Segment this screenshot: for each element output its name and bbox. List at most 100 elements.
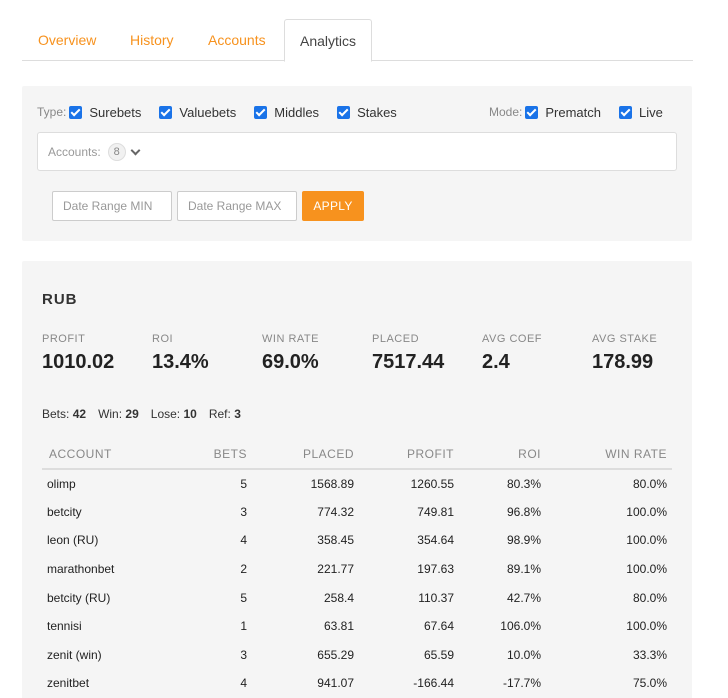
mode-prematch-checkbox[interactable]: Prematch (525, 105, 601, 120)
metric-label: AVG COEF (482, 333, 543, 345)
metric-win-rate: WIN RATE 69.0% (262, 333, 319, 374)
table-body: olimp 5 1568.89 1260.55 80.3% 80.0% betcity 3 77… (42, 469, 672, 698)
cell-roi: 96.8% (506, 504, 541, 519)
summary-lose: Lose: 10 (151, 407, 197, 421)
tab-accounts[interactable]: Accounts (208, 19, 266, 61)
checkbox-checked-icon[interactable] (254, 105, 268, 119)
column-header-profit[interactable]: PROFIT (359, 439, 459, 470)
checkbox-label: Middles (274, 104, 320, 120)
accounts-count-badge: 8 (107, 142, 126, 161)
table-row: zenitbet 4 941.07 -166.44 -17.7% 75.0% (42, 669, 672, 698)
cell-placed: 358.45 (317, 533, 354, 548)
cell-profit: 1260.55 (410, 476, 454, 491)
cell-bets: 5 (240, 476, 247, 491)
metric-value: 2.4 (482, 351, 510, 373)
table-row: leon (RU) 4 358.45 354.64 98.9% 100.0% (42, 526, 672, 555)
column-header-placed[interactable]: PLACED (252, 439, 359, 470)
cell-account: zenit (win) (47, 647, 102, 662)
checkbox-checked-icon[interactable] (619, 105, 632, 119)
type-surebets-checkbox[interactable]: Surebets (69, 105, 141, 120)
cell-bets: 2 (240, 562, 247, 577)
summary-value: 29 (125, 407, 139, 421)
date-range-min-input[interactable] (52, 191, 172, 221)
filter-panel: Type: Surebets Valuebets Middles Stakes … (22, 86, 692, 241)
checkbox-label: Valuebets (179, 104, 237, 120)
accounts-table: ACCOUNT BETS PLACED PROFIT ROI WIN RATE … (42, 439, 672, 698)
chevron-down-icon[interactable] (130, 145, 141, 155)
cell-placed: 221.77 (317, 562, 354, 577)
checkbox-label: Stakes (357, 104, 397, 120)
bets-summary: Bets: 42 Win: 29 Lose: 10 Ref: 3 (42, 407, 253, 421)
type-label: Type: (37, 105, 67, 119)
metric-value: 69.0% (262, 351, 319, 373)
cell-win-rate: 100.0% (626, 533, 667, 548)
metric-placed: PLACED 7517.44 (372, 333, 444, 374)
column-header-roi[interactable]: ROI (459, 439, 546, 470)
checkbox-label: Surebets (89, 104, 142, 120)
metric-value: 1010.02 (42, 351, 115, 373)
column-header-account[interactable]: ACCOUNT (42, 439, 172, 470)
summary-label: Ref: (208, 407, 231, 421)
type-valuebets-checkbox[interactable]: Valuebets (159, 105, 236, 120)
tab-analytics[interactable]: Analytics (284, 19, 373, 62)
type-filter-group: Type: Surebets Valuebets Middles Stakes (37, 103, 415, 121)
cell-account: betcity (RU) (47, 590, 111, 605)
column-header-win-rate[interactable]: WIN RATE (546, 439, 672, 470)
summary-value: 42 (72, 407, 87, 421)
metric-value: 7517.44 (372, 351, 445, 373)
cell-profit: 749.81 (417, 504, 454, 519)
metric-avg-stake: AVG STAKE 178.99 (592, 333, 657, 374)
cell-bets: 5 (240, 590, 247, 605)
checkbox-label: Live (639, 104, 663, 120)
summary-value: 3 (234, 407, 241, 421)
cell-profit: 354.64 (417, 533, 454, 548)
cell-profit: 197.63 (417, 562, 454, 577)
cell-profit: 65.59 (423, 647, 454, 662)
cell-win-rate: 75.0% (632, 676, 667, 691)
cell-account: olimp (47, 476, 76, 491)
table-row: olimp 5 1568.89 1260.55 80.3% 80.0% (42, 469, 672, 498)
cell-roi: 98.9% (506, 533, 541, 548)
cell-account: marathonbet (47, 562, 115, 577)
cell-bets: 3 (240, 647, 247, 662)
accounts-select[interactable]: Accounts: 8 (37, 132, 677, 171)
mode-filter-group: Mode: Prematch Live (489, 103, 663, 121)
column-header-bets[interactable]: BETS (172, 439, 252, 470)
checkbox-checked-icon[interactable] (337, 105, 351, 119)
cell-roi: 42.7% (506, 590, 541, 605)
cell-profit: -166.44 (413, 676, 454, 691)
tab-bar: Overview History Accounts Analytics (22, 19, 693, 62)
metric-value: 178.99 (592, 351, 654, 373)
cell-placed: 655.29 (317, 647, 354, 662)
table-row: marathonbet 2 221.77 197.63 89.1% 100.0% (42, 555, 672, 584)
metric-avg-coef: AVG COEF 2.4 (482, 333, 542, 374)
tab-history[interactable]: History (130, 19, 174, 61)
cell-placed: 63.81 (323, 619, 354, 634)
checkbox-checked-icon[interactable] (159, 105, 173, 119)
cell-account: zenitbet (47, 676, 90, 691)
summary-label: Lose: (150, 407, 181, 421)
type-middles-checkbox[interactable]: Middles (254, 105, 319, 120)
mode-live-checkbox[interactable]: Live (619, 105, 663, 120)
metric-label: AVG STAKE (592, 333, 658, 345)
checkbox-checked-icon[interactable] (525, 105, 539, 119)
apply-button[interactable]: APPLY (302, 191, 364, 221)
metric-roi: ROI 13.4% (152, 333, 209, 374)
summary-bets: Bets: 42 (42, 407, 86, 421)
tab-overview[interactable]: Overview (38, 19, 96, 61)
cell-placed: 774.32 (317, 504, 354, 519)
checkbox-checked-icon[interactable] (69, 105, 83, 119)
cell-roi: 80.3% (506, 476, 541, 491)
mode-label: Mode: (489, 105, 523, 119)
cell-placed: 941.07 (317, 676, 354, 691)
cell-placed: 258.4 (323, 590, 354, 605)
metric-label: ROI (152, 333, 174, 345)
table-row: zenit (win) 3 655.29 65.59 10.0% 33.3% (42, 641, 672, 670)
table-row: tennisi 1 63.81 67.64 106.0% 100.0% (42, 612, 672, 641)
type-stakes-checkbox[interactable]: Stakes (337, 105, 397, 120)
metric-profit: PROFIT 1010.02 (42, 333, 114, 374)
cell-win-rate: 100.0% (626, 619, 667, 634)
cell-roi: -17.7% (502, 676, 541, 691)
checkbox-label: Prematch (545, 104, 601, 120)
date-range-max-input[interactable] (177, 191, 297, 221)
